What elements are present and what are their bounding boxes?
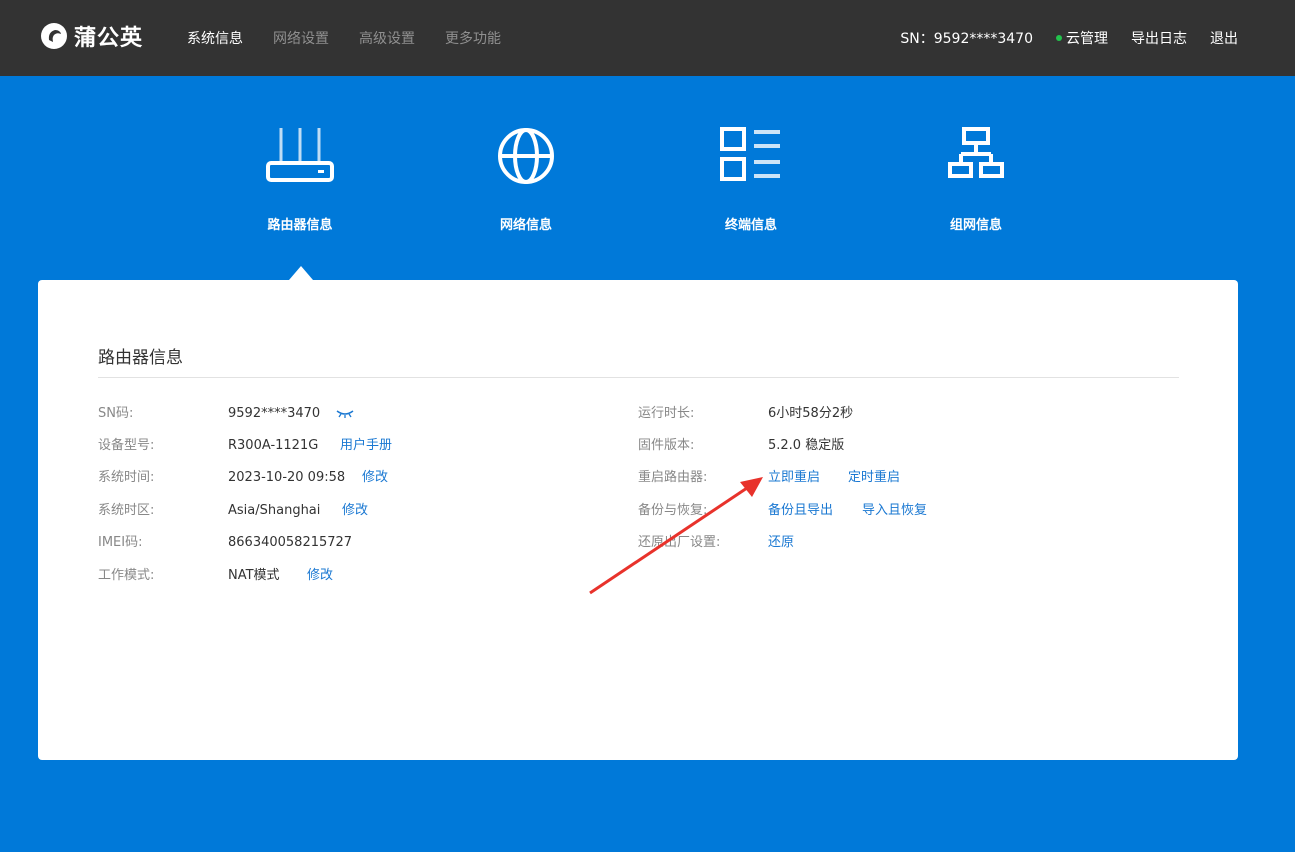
sn-value: 9592****3470 [228,406,321,421]
nav-advanced-settings[interactable]: 高级设置 [359,28,415,48]
brand-logo[interactable]: 蒲公英 [40,21,143,51]
factory-reset-link[interactable]: 还原 [768,533,794,553]
tab-terminal-info[interactable]: 终端信息 [691,126,811,233]
nav-network-settings[interactable]: 网络设置 [273,28,329,48]
reboot-label: 重启路由器: [638,470,708,485]
cloud-status-dot-icon [1056,35,1062,41]
tab-terminal-info-label: 终端信息 [724,218,777,233]
main-nav: 系统信息 网络设置 高级设置 更多功能 [187,28,531,48]
tab-mesh-info-label: 组网信息 [949,218,1002,233]
tab-network-info-label: 网络信息 [499,218,552,233]
tab-router-info[interactable]: 路由器信息 [240,126,360,233]
work-mode-label: 工作模式: [98,568,155,583]
cloud-manage-link[interactable]: 云管理 [1056,28,1108,48]
work-mode-value: NAT模式 [228,568,280,583]
router-info-card: 路由器信息 SN码: 9592****3470 设备型号: R300A-1121… [38,280,1238,760]
nav-more-features[interactable]: 更多功能 [445,28,501,48]
firmware-value: 5.2.0 稳定版 [768,438,845,453]
reboot-now-link[interactable]: 立即重启 [768,468,820,488]
model-label: 设备型号: [98,438,155,453]
timezone-label: 系统时区: [98,503,155,518]
card-divider [98,377,1179,378]
backup-export-link[interactable]: 备份且导出 [768,501,833,521]
active-tab-pointer [289,266,313,280]
header-actions: SN：9592****3470 云管理 导出日志 退出 [900,28,1238,48]
router-icon [266,128,334,182]
header-sn: SN：9592****3470 [900,31,1033,47]
card-title: 路由器信息 [98,348,183,368]
system-time-label: 系统时间: [98,470,155,485]
imei-label: IMEI码: [98,535,143,550]
export-log-link[interactable]: 导出日志 [1131,28,1187,48]
sn-label: SN码: [98,406,134,421]
network-topology-icon [948,127,1004,178]
timezone-value: Asia/Shanghai [228,503,321,518]
brand-name: 蒲公英 [74,26,144,51]
edit-time-link[interactable]: 修改 [362,468,388,488]
imei-value: 866340058215727 [228,535,353,550]
top-bar: 蒲公英 系统信息 网络设置 高级设置 更多功能 SN：9592****3470 … [0,0,1295,76]
tab-network-info[interactable]: 网络信息 [466,126,586,233]
scheduled-reboot-link[interactable]: 定时重启 [848,468,900,488]
system-time-value: 2023-10-20 09:58 [228,470,346,485]
edit-work-mode-link[interactable]: 修改 [307,566,333,586]
factory-reset-label: 还原出厂设置: [638,535,721,550]
cloud-manage-label: 云管理 [1066,31,1108,47]
show-sn-eye-icon[interactable] [336,407,354,427]
firmware-label: 固件版本: [638,438,695,453]
user-manual-link[interactable]: 用户手册 [340,436,392,456]
uptime-label: 运行时长: [638,406,695,421]
nav-system-info[interactable]: 系统信息 [187,28,243,48]
tab-mesh-info[interactable]: 组网信息 [916,126,1036,233]
tab-router-info-label: 路由器信息 [267,218,333,233]
uptime-value: 6小时58分2秒 [768,406,854,421]
edit-timezone-link[interactable]: 修改 [342,501,368,521]
globe-icon [498,128,554,184]
backup-label: 备份与恢复: [638,503,708,518]
list-icon [720,127,780,181]
info-category-tabs: 路由器信息 网络信息 终端信息 组网信息 [0,76,1295,280]
logout-link[interactable]: 退出 [1210,28,1238,48]
model-value: R300A-1121G [228,438,319,453]
dandelion-logo-icon [40,22,68,50]
import-restore-link[interactable]: 导入且恢复 [862,501,927,521]
